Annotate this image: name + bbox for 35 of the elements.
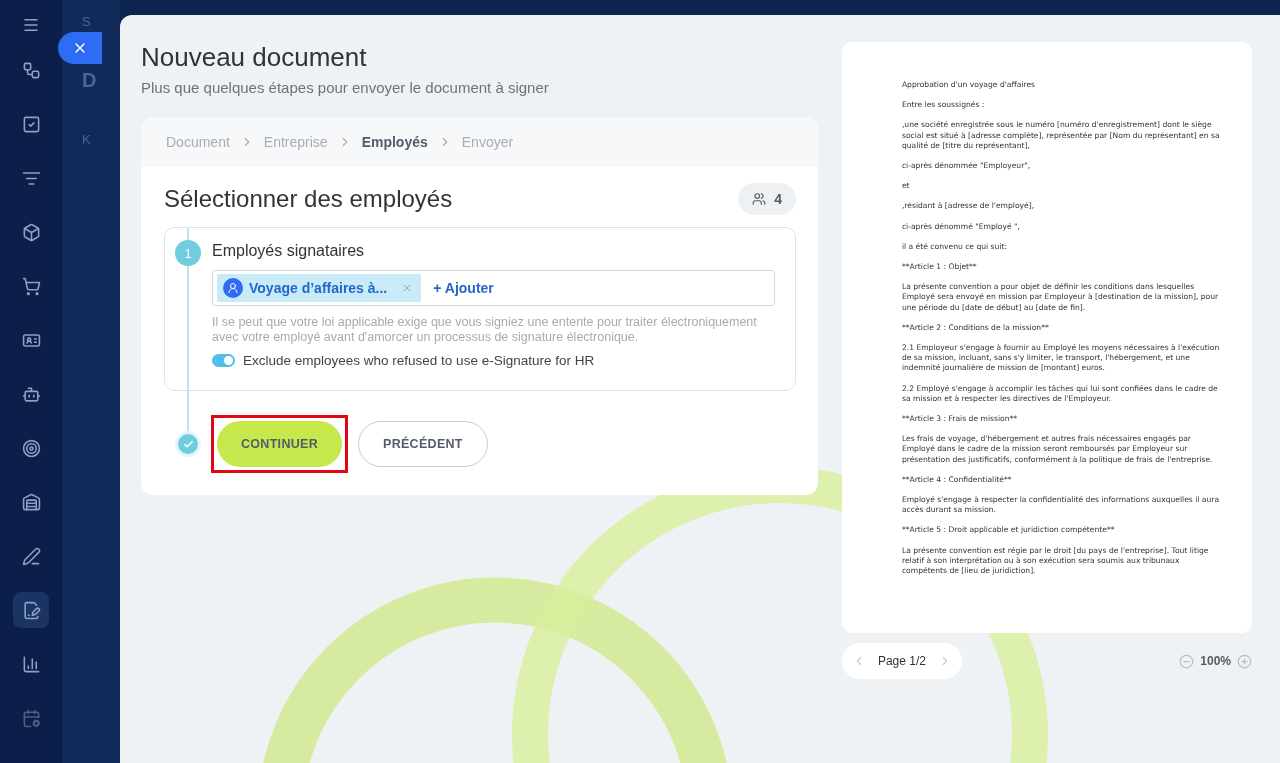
- employee-count[interactable]: 4: [738, 183, 796, 215]
- users-icon: [752, 192, 767, 206]
- toggle-switch[interactable]: [212, 354, 235, 367]
- employee-selector-field[interactable]: Voyage d’affaires à... + Ajouter: [212, 270, 775, 306]
- step-number: 1: [175, 240, 201, 266]
- button-fragment: K: [82, 132, 92, 147]
- cart-icon[interactable]: [21, 276, 41, 296]
- section-title: Sélectionner des employés: [164, 185, 453, 213]
- modal-title: Nouveau document: [141, 42, 368, 73]
- check-icon: [175, 431, 201, 457]
- hint-text: Il se peut que votre loi applicable exige que vous signiez une entente pour traiter électroniquement avec votre employé avant d'amorcer un processus de signature électronique.: [212, 315, 758, 345]
- add-link[interactable]: + Ajouter: [433, 280, 494, 296]
- document-sign-icon[interactable]: [21, 600, 41, 620]
- flow-icon[interactable]: [21, 60, 41, 80]
- breadcrumb-step[interactable]: Employés: [361, 134, 428, 150]
- zoom-level: 100%: [1200, 654, 1231, 668]
- chart-icon[interactable]: [21, 654, 41, 674]
- previous-button[interactable]: PRÉCÉDENT: [358, 421, 488, 467]
- selected-tag[interactable]: Voyage d’affaires à...: [217, 274, 422, 302]
- search-field-fragment: S: [82, 14, 92, 29]
- step-title: Employés signataires: [212, 242, 366, 260]
- target-icon[interactable]: [21, 438, 41, 458]
- continue-button[interactable]: CONTINUER: [217, 421, 342, 467]
- warehouse-icon[interactable]: [21, 492, 41, 512]
- toggle-label: Exclude employees who refused to use e-Signature for HR: [243, 353, 595, 368]
- pen-icon[interactable]: [21, 546, 41, 566]
- close-button[interactable]: [58, 32, 102, 64]
- box-icon[interactable]: [21, 222, 41, 242]
- calendar-icon[interactable]: [21, 708, 41, 728]
- page-title-fragment: D: [82, 69, 98, 92]
- robot-icon[interactable]: [21, 384, 41, 404]
- modal-subtitle: Plus que quelques étapes pour envoyer le document à signer: [141, 79, 550, 96]
- pager: Page 1/2: [841, 643, 962, 679]
- menu-icon[interactable]: [22, 16, 40, 34]
- task-icon[interactable]: [21, 114, 41, 134]
